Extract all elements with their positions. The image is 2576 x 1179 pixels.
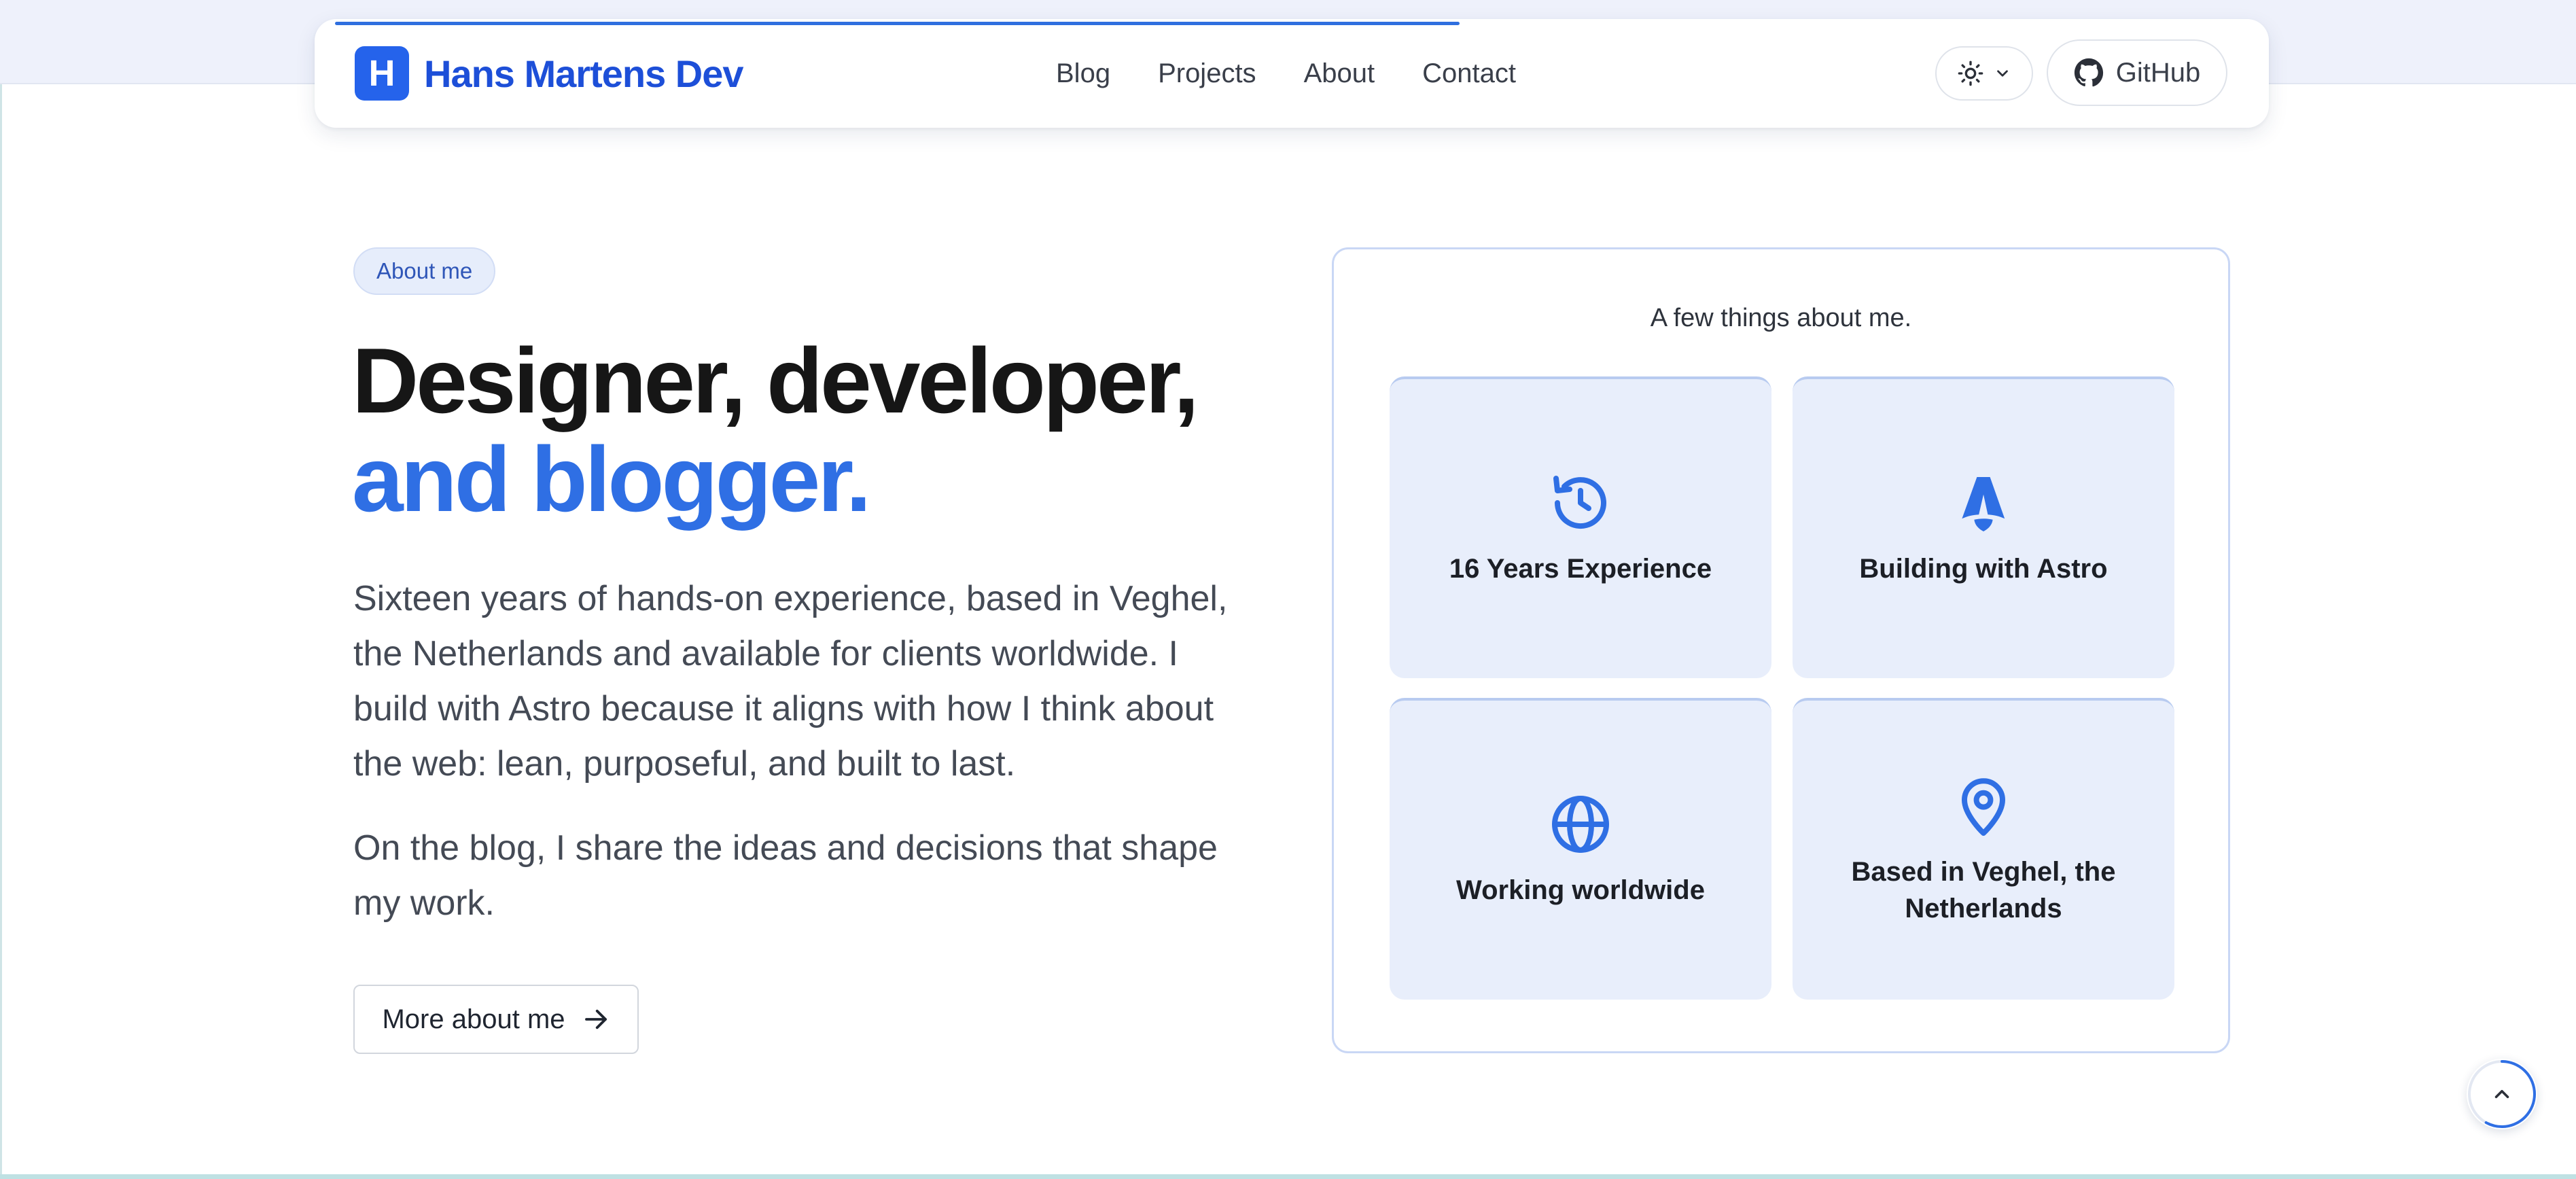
hero-headline: Designer, developer, and blogger. — [352, 329, 1199, 531]
fact-label: 16 Years Experience — [1449, 554, 1712, 584]
fact-tile-experience: 16 Years Experience — [1390, 376, 1771, 678]
github-icon — [2074, 58, 2103, 87]
map-pin-icon — [1962, 778, 2005, 836]
nav-link-blog[interactable]: Blog — [1056, 54, 1110, 92]
logo-text: Hans Martens Dev — [424, 52, 744, 95]
astro-icon — [1962, 477, 2005, 531]
more-about-me-button[interactable]: More about me — [353, 985, 639, 1054]
chevron-down-icon — [1997, 70, 2008, 77]
facts-title: A few things about me. — [1650, 304, 1912, 332]
nav-link-contact[interactable]: Contact — [1422, 54, 1516, 92]
fact-tile-astro: Building with Astro — [1793, 376, 2174, 678]
nav-link-about[interactable]: About — [1304, 54, 1375, 92]
fact-tile-location: Based in Veghel, the Netherlands — [1793, 698, 2174, 1000]
headline-line-2: and blogger. — [352, 427, 871, 531]
facts-card: A few things about me. 16 Years Experien… — [1332, 247, 2230, 1053]
site-header: H Hans Martens Dev Blog Projects About C… — [315, 19, 2269, 128]
headline-line-1: Designer, developer, — [352, 329, 1199, 432]
github-button[interactable]: GitHub — [2047, 39, 2227, 106]
intro-paragraph: Sixteen years of hands-on experience, ba… — [353, 579, 1228, 784]
history-icon — [1553, 476, 1606, 529]
nav-link-projects[interactable]: Projects — [1158, 54, 1256, 92]
main-nav: Blog Projects About Contact — [1056, 54, 1516, 92]
blog-paragraph: On the blog, I share the ideas and decis… — [353, 828, 1218, 923]
github-label: GitHub — [2115, 57, 2201, 88]
site-logo-link[interactable]: H Hans Martens Dev — [355, 46, 744, 101]
logo-badge: H — [355, 46, 409, 101]
page-edge-left — [0, 84, 2, 1179]
theme-toggle-button[interactable] — [1935, 46, 2033, 101]
fact-label: Working worldwide — [1456, 875, 1705, 905]
arrow-right-icon — [584, 1009, 607, 1030]
globe-icon — [1552, 796, 1609, 853]
fact-label: Based in Veghel, the Netherlands — [1851, 857, 2116, 923]
sun-icon — [1958, 60, 1983, 86]
fact-label: Building with Astro — [1859, 554, 2108, 584]
reading-progress-bar — [335, 22, 1460, 25]
more-about-me-label: More about me — [382, 1004, 565, 1034]
section-badge: About me — [353, 247, 496, 295]
fact-tile-worldwide: Working worldwide — [1390, 698, 1771, 1000]
chevron-up-icon — [2494, 1089, 2509, 1099]
page-edge-bottom — [0, 1174, 2576, 1179]
scroll-to-top-button[interactable] — [2467, 1059, 2537, 1129]
